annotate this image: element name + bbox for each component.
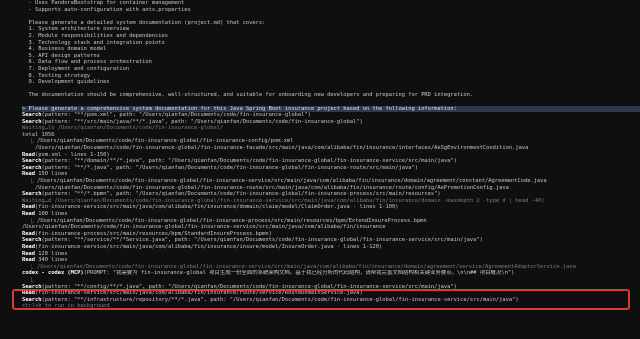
log-tool: Read <box>22 250 35 257</box>
log-line: ⎿ /Users/qianfan/Documents/code/fin-insu… <box>22 138 640 145</box>
intro-line: 7. Deployment and configuration <box>22 65 130 72</box>
log-line: Read(fin-insurance-process/src/main/reso… <box>22 231 640 238</box>
intro-line: 2. Module responsibilities and dependenc… <box>22 32 169 39</box>
log-text: ⎿ /Users/qianfan/Documents/code/fin-insu… <box>22 217 427 224</box>
log-text: 150 lines <box>34 171 68 178</box>
log-line: Search(pattern: "**/src/main/java/**/*.j… <box>22 119 640 126</box>
log-text: 120 lines <box>34 250 68 257</box>
log-tool: Read <box>22 211 35 217</box>
log-line: Waiting…ls /Users/qianfan/Documents/code… <box>22 125 640 132</box>
log-tool: Read <box>22 257 35 264</box>
log-line: /Users/qianfan/Documents/code/fin-insura… <box>22 224 640 231</box>
log-line: Search(pattern: "**/domain/**/*.java", p… <box>22 158 640 165</box>
intro-line <box>22 13 640 20</box>
log-text: /Users/qianfan/Documents/code/fin-insura… <box>22 145 529 152</box>
log-text: /Users/qianfan/Documents/code/fin-insura… <box>22 184 509 191</box>
log-text: (pom.xml · lines 1-150) <box>34 151 110 158</box>
log-text: (pattern: "**/pom.xml", path: "/Users/qi… <box>41 112 311 119</box>
log-line: Search(pattern: "**/service/**/*Service.… <box>22 237 640 244</box>
log-line: Read(fin-insurance-service/src/main/java… <box>22 244 640 251</box>
intro-line: 9. Development guidelines <box>22 79 110 86</box>
log-line: Search(pattern: "**/*.java", path: "/Use… <box>22 165 640 172</box>
log-text: total 1056 <box>22 131 55 138</box>
intro-line: - Supports auto-configuration with antx.… <box>22 6 191 13</box>
intro-line: 3. Technology stack and integration poin… <box>22 39 165 46</box>
log-line: Search(pattern: "**/*.bpmn", path: "/Use… <box>22 191 640 198</box>
intro-line: 8. Testing strategy <box>22 72 91 79</box>
log-text: ⎿ /Users/qianfan/Documents/code/fin-insu… <box>22 263 576 270</box>
log-tool: Read <box>22 151 35 158</box>
log-line: Waiting…d /Users/qianfan/Documents/code/… <box>22 198 640 205</box>
log-text: Waiting…ls /Users/qianfan/Documents/code… <box>22 125 224 132</box>
log-text: (fin-insurance-service/src/main/java/com… <box>34 204 399 211</box>
log-text: (fin-insurance-service/src/main/java/com… <box>34 243 383 250</box>
intro-line: Please generate a detailed system docume… <box>22 19 266 26</box>
intro-line: 1. System architecture overview <box>22 26 130 33</box>
log-line: Read(fin-insurance-service/src/main/java… <box>22 204 640 211</box>
log-line: ⎿ /Users/qianfan/Documents/code/fin-insu… <box>22 264 640 271</box>
log-tool: Search <box>22 191 42 198</box>
log-text: 340 lines <box>34 257 68 264</box>
log-line: Read(pom.xml · lines 1-150) <box>22 152 640 159</box>
log-text: (pattern: "**/src/main/java/**/*.java", … <box>41 118 363 125</box>
prompt-line: > Please generate a comprehensive system… <box>22 105 640 113</box>
log-text: (fin-insurance-process/src/main/resource… <box>34 230 272 237</box>
intro-line: 4. Business domain model <box>22 46 107 53</box>
log-text: Waiting…d /Users/qianfan/Documents/code/… <box>22 197 545 204</box>
log-tool: Read <box>22 171 35 178</box>
intro-line: - Uses PandoraBootstrap for container ma… <box>22 0 185 6</box>
log-tool: Read <box>22 230 35 237</box>
intro-line <box>22 86 640 93</box>
log-text: 100 lines <box>34 211 68 217</box>
log-text: (pattern: "**/*.bpmn", path: "/Users/qia… <box>41 191 441 198</box>
log-tool: Search <box>22 164 42 171</box>
log-text: ⎿ /Users/qianfan/Documents/code/fin-insu… <box>22 138 294 145</box>
log-text: (pattern: "**/service/**/*Service.java",… <box>41 237 483 244</box>
codex-label: codex - codex (MCP) <box>22 270 84 277</box>
log-line: total 1056 <box>22 132 640 139</box>
log-tool: Read <box>22 204 35 211</box>
log-tool: Read <box>22 243 35 250</box>
log-line: /Users/qianfan/Documents/code/fin-insura… <box>22 185 640 192</box>
log-line: ⎿ /Users/qianfan/Documents/code/fin-insu… <box>22 178 640 185</box>
log-tool: Search <box>22 118 42 125</box>
log-line: /Users/qianfan/Documents/code/fin-insura… <box>22 145 640 152</box>
highlight-box <box>12 289 630 310</box>
codex-prompt: (PROMPT: "我需要为 fin-insurance-global 项目生成… <box>83 270 515 277</box>
log-line: Read 120 lines <box>22 251 640 258</box>
log-text: (pattern: "**/*.java", path: "/Users/qia… <box>41 164 418 171</box>
intro-line: The documentation should be comprehensiv… <box>22 92 474 99</box>
log-text: ⎿ /Users/qianfan/Documents/code/fin-insu… <box>22 178 547 185</box>
log-text: /Users/qianfan/Documents/code/fin-insura… <box>22 224 386 231</box>
log-line: Read 150 lines <box>22 171 640 178</box>
intro-line <box>22 99 640 106</box>
intro-line: 6. Data flow and process orchestration <box>22 59 152 66</box>
log-text: (pattern: "**/domain/**/*.java", path: "… <box>41 158 457 165</box>
intro-line: 5. API design patterns <box>22 52 100 59</box>
log-tool: Search <box>22 112 42 119</box>
log-line: Search(pattern: "**/pom.xml", path: "/Us… <box>22 112 640 119</box>
log-line: Read 100 lines <box>22 211 640 218</box>
codex-cursor: ⎿ <box>22 276 34 283</box>
codex-line: codex - codex (MCP)(PROMPT: "我需要为 fin-in… <box>22 270 640 277</box>
log-line: Read 340 lines <box>22 257 640 264</box>
log-tool: Search <box>22 158 42 165</box>
log-line: ⎿ /Users/qianfan/Documents/code/fin-insu… <box>22 218 640 225</box>
log-tool: Search <box>22 237 42 244</box>
